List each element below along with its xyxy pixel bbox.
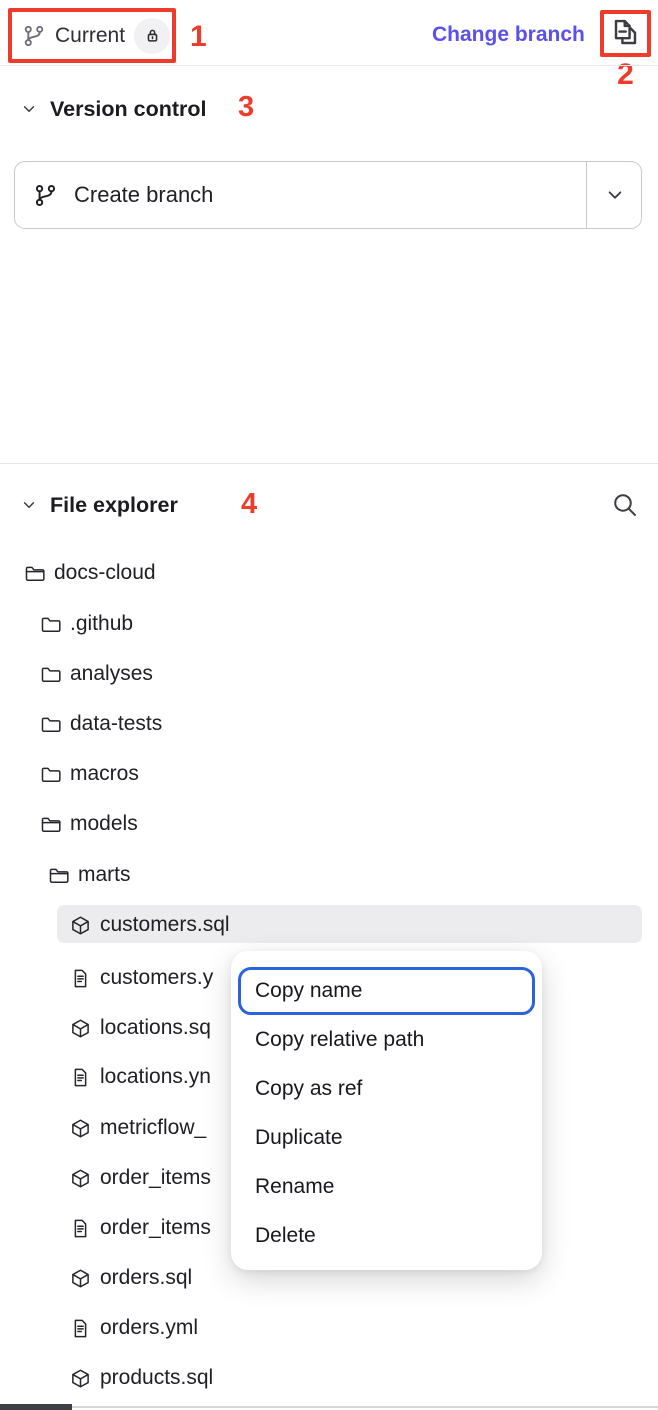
folder-icon: [40, 614, 61, 635]
yaml-file-icon: [70, 1218, 91, 1239]
tree-row-label: .github: [70, 612, 133, 636]
chevron-down-icon: [604, 184, 626, 206]
tree-row-github[interactable]: .github: [0, 599, 658, 649]
menu-item-copy-name[interactable]: Copy name: [238, 967, 535, 1015]
folder-open-icon: [48, 865, 69, 886]
tree-row-label: customers.sql: [100, 913, 230, 937]
annotation-label-3: 3: [238, 91, 254, 124]
folder-icon: [40, 664, 61, 685]
folder-open-icon: [40, 814, 61, 835]
lock-icon: [143, 26, 162, 45]
section-divider: [0, 463, 658, 464]
context-menu: Copy name Copy relative path Copy as ref…: [231, 951, 542, 1270]
model-cube-icon: [70, 1368, 91, 1389]
tree-row-models[interactable]: models: [0, 799, 658, 849]
tree-row-orders-yml[interactable]: orders.yml: [0, 1303, 658, 1353]
folder-icon: [40, 764, 61, 785]
annotation-label-1: 1: [190, 20, 207, 54]
branch-lock-badge: [134, 18, 170, 54]
tree-row-label: docs-cloud: [54, 561, 156, 585]
tree-row-label: data-tests: [70, 712, 162, 736]
bottom-edge-dark: [0, 1404, 72, 1410]
chevron-down-icon: [20, 100, 38, 118]
tree-row-label: locations.sq: [100, 1016, 211, 1040]
search-icon: [611, 491, 638, 518]
tree-row-label: marts: [78, 863, 131, 887]
tree-row-label: order_items: [100, 1216, 211, 1240]
menu-item-delete[interactable]: Delete: [231, 1211, 542, 1260]
tree-row-products-sql[interactable]: products.sql: [0, 1353, 658, 1403]
model-cube-icon: [70, 1168, 91, 1189]
chevron-down-icon: [20, 496, 38, 514]
tree-row-label: metricflow_: [100, 1116, 206, 1140]
annotation-label-4: 4: [241, 488, 257, 521]
tree-row-marts[interactable]: marts: [0, 850, 658, 900]
model-cube-icon: [70, 915, 91, 936]
tree-row-label: macros: [70, 762, 139, 786]
tree-row-macros[interactable]: macros: [0, 749, 658, 799]
duplicate-files-button[interactable]: [610, 18, 641, 49]
tree-row-label: models: [70, 812, 138, 836]
file-explorer-header[interactable]: File explorer: [0, 480, 658, 530]
create-branch-label: Create branch: [74, 182, 213, 208]
tree-row-label: locations.yn: [100, 1065, 211, 1089]
tree-row-label: products.sql: [100, 1366, 213, 1390]
tree-row-analyses[interactable]: analyses: [0, 649, 658, 699]
menu-item-duplicate[interactable]: Duplicate: [231, 1113, 542, 1162]
yaml-file-icon: [70, 968, 91, 989]
yaml-file-icon: [70, 1318, 91, 1339]
tree-row-data-tests[interactable]: data-tests: [0, 699, 658, 749]
version-control-header[interactable]: Version control: [0, 84, 658, 134]
tree-row-docs-cloud[interactable]: docs-cloud: [0, 548, 658, 598]
folder-icon: [40, 714, 61, 735]
model-cube-icon: [70, 1118, 91, 1139]
duplicate-files-icon: [610, 18, 641, 49]
model-cube-icon: [70, 1268, 91, 1289]
yaml-file-icon: [70, 1067, 91, 1088]
tree-row-label: orders.sql: [100, 1266, 192, 1290]
branch-options-toggle[interactable]: [604, 184, 626, 206]
annotation-box-2: [600, 10, 651, 57]
bottom-edge-light: [72, 1406, 658, 1408]
git-branch-icon: [33, 183, 58, 208]
tree-row-label: customers.y: [100, 966, 213, 990]
topbar-divider: [0, 65, 658, 66]
create-branch-button[interactable]: Create branch: [14, 161, 642, 229]
current-branch-chip[interactable]: Current: [12, 18, 172, 54]
change-branch-link[interactable]: Change branch: [432, 23, 585, 47]
model-cube-icon: [70, 1018, 91, 1039]
git-branch-icon: [22, 24, 46, 48]
file-explorer-title: File explorer: [50, 493, 178, 518]
folder-open-icon: [24, 563, 45, 584]
tree-row-customers-sql[interactable]: customers.sql: [0, 900, 658, 950]
file-search-button[interactable]: [611, 491, 638, 518]
menu-item-rename[interactable]: Rename: [231, 1162, 542, 1211]
tree-row-label: orders.yml: [100, 1316, 198, 1340]
current-branch-label: Current: [55, 24, 125, 48]
annotation-box-1: Current: [8, 8, 176, 63]
tree-row-label: analyses: [70, 662, 153, 686]
menu-item-copy-as-ref[interactable]: Copy as ref: [231, 1064, 542, 1113]
ide-left-sidebar: Current 1 Change branch 2 Version contro…: [0, 0, 658, 1410]
tree-row-label: order_items: [100, 1166, 211, 1190]
menu-item-copy-relative-path[interactable]: Copy relative path: [231, 1015, 542, 1064]
split-button-divider: [586, 162, 588, 228]
version-control-title: Version control: [50, 97, 207, 122]
